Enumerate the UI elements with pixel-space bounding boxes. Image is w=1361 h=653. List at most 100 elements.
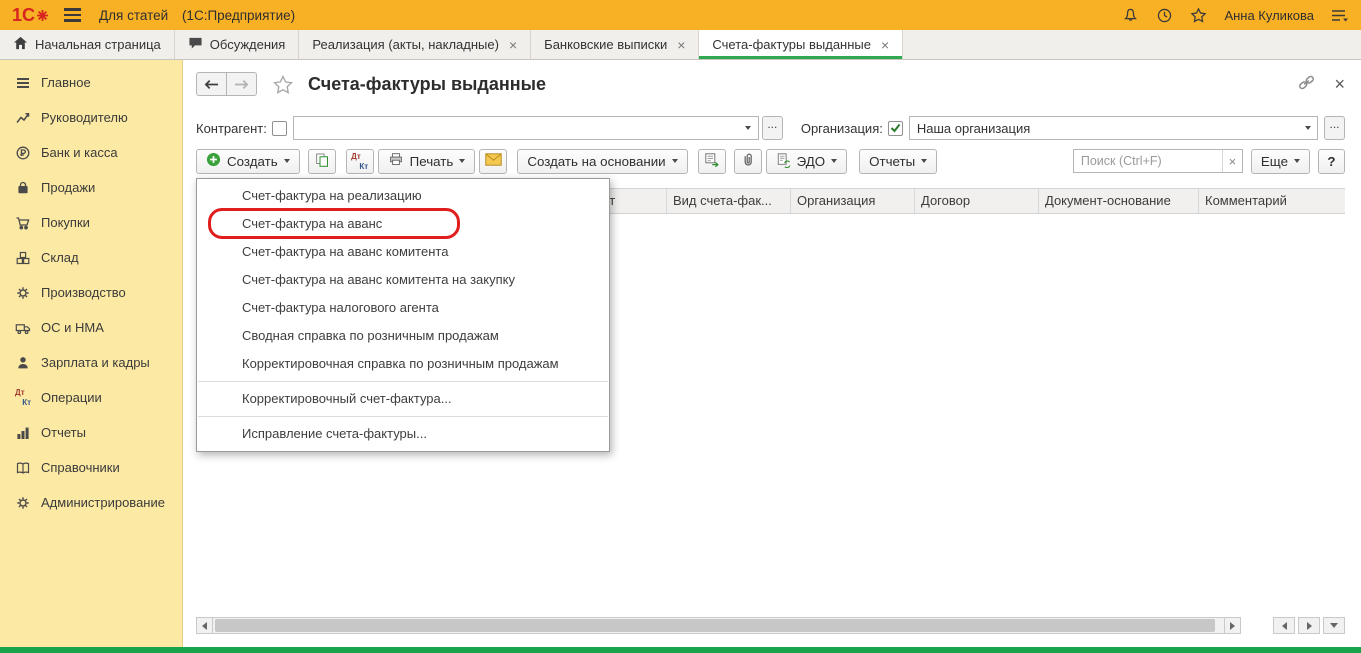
corner-down-arrow-button[interactable] <box>1323 617 1345 634</box>
logo-text: 1С <box>12 5 35 26</box>
sidebar-item-bank-cash[interactable]: Банк и касса <box>0 135 182 170</box>
sidebar-label: Справочники <box>41 460 120 475</box>
discussions-icon <box>188 36 203 53</box>
copy-document-icon <box>314 152 330 171</box>
horizontal-scrollbar <box>196 617 1241 634</box>
bottom-green-strip <box>0 647 1361 653</box>
column-header-comment[interactable]: Комментарий <box>1199 189 1345 213</box>
organization-choose-button[interactable]: ... <box>1324 116 1345 140</box>
sidebar-item-reports[interactable]: Отчеты <box>0 415 182 450</box>
search-input[interactable] <box>1074 154 1222 168</box>
user-name[interactable]: Анна Куликова <box>1224 8 1314 23</box>
column-header-contract[interactable]: Договор <box>915 189 1039 213</box>
menu-item-invoice-advance-principal[interactable]: Счет-фактура на аванс комитента <box>197 238 609 266</box>
tab-home[interactable]: Начальная страница <box>0 30 175 59</box>
tab-close-icon[interactable]: × <box>677 37 685 53</box>
tab-bank-statements[interactable]: Банковские выписки × <box>531 30 699 59</box>
menu-item-correction-summary-retail[interactable]: Корректировочная справка по розничным пр… <box>197 350 609 378</box>
notifications-bell-icon[interactable] <box>1122 7 1139 24</box>
help-button[interactable]: ? <box>1318 149 1345 174</box>
app-title: Для статей (1С:Предприятие) <box>99 8 295 23</box>
menu-item-invoice-tax-agent[interactable]: Счет-фактура налогового агента <box>197 294 609 322</box>
menu-item-summary-retail[interactable]: Сводная справка по розничным продажам <box>197 322 609 350</box>
sidebar-label: Банк и касса <box>41 145 118 160</box>
logo-star-icon <box>37 10 48 21</box>
scroll-right-arrow[interactable] <box>1224 617 1241 634</box>
create-button[interactable]: Создать <box>196 149 300 174</box>
sidebar-item-warehouse[interactable]: Склад <box>0 240 182 275</box>
sidebar-label: Администрирование <box>41 495 165 510</box>
add-to-favorites-star-icon[interactable] <box>273 75 293 94</box>
tab-invoices-issued[interactable]: Счета-фактуры выданные × <box>699 30 903 59</box>
organization-combobox[interactable]: Наша организация <box>909 116 1318 140</box>
history-clock-icon[interactable] <box>1156 7 1173 24</box>
back-button[interactable] <box>196 72 227 96</box>
sidebar-item-administration[interactable]: Администрирование <box>0 485 182 520</box>
search-clear-icon[interactable]: × <box>1222 150 1242 172</box>
tab-discussions[interactable]: Обсуждения <box>175 30 300 59</box>
menu-item-invoice-realization[interactable]: Счет-фактура на реализацию <box>197 182 609 210</box>
sidebar-item-fixed-assets[interactable]: ОС и НМА <box>0 310 182 345</box>
create-by-copy-button[interactable] <box>308 149 336 174</box>
sidebar-item-payroll-hr[interactable]: Зарплата и кадры <box>0 345 182 380</box>
dtkt-icon: Дт Кт <box>15 389 31 406</box>
contractor-choose-button[interactable]: ... <box>762 116 783 140</box>
tab-realization[interactable]: Реализация (акты, накладные) × <box>299 30 531 59</box>
search-box: × <box>1073 149 1243 173</box>
organization-combo-value: Наша организация <box>910 121 1298 136</box>
create-based-on-button[interactable]: Создать на основании <box>517 149 687 174</box>
organization-checkbox[interactable] <box>888 121 903 136</box>
menu-item-invoice-fix[interactable]: Исправление счета-фактуры... <box>197 420 609 448</box>
print-button[interactable]: Печать <box>378 149 476 174</box>
send-email-button[interactable] <box>479 149 507 174</box>
form-invoices-issued: Счета-фактуры выданные × Контрагент: ...… <box>183 60 1361 647</box>
corner-right-arrow-button[interactable] <box>1298 617 1320 634</box>
get-link-icon[interactable] <box>1297 74 1316 94</box>
page-title: Счета-фактуры выданные <box>308 74 546 95</box>
sidebar-item-directories[interactable]: Справочники <box>0 450 182 485</box>
favorites-star-icon[interactable] <box>1190 7 1207 24</box>
scroll-left-arrow[interactable] <box>196 617 213 634</box>
menu-item-invoice-advance-principal-purchase[interactable]: Счет-фактура на аванс комитента на закуп… <box>197 266 609 294</box>
column-header-organization[interactable]: Организация <box>791 189 915 213</box>
tab-close-icon[interactable]: × <box>509 37 517 53</box>
chart-line-icon <box>15 110 31 126</box>
menu-item-invoice-advance[interactable]: Счет-фактура на аванс <box>197 210 609 238</box>
organization-label: Организация: <box>801 121 883 136</box>
forward-button[interactable] <box>226 72 257 96</box>
register-records-button[interactable] <box>698 149 726 174</box>
scrollbar-thumb[interactable] <box>215 619 1215 632</box>
scrollbar-track[interactable] <box>213 617 1224 634</box>
form-title-row: Счета-фактуры выданные × <box>196 69 1345 99</box>
contractor-combobox[interactable] <box>293 116 759 140</box>
sidebar-item-operations[interactable]: Дт Кт Операции <box>0 380 182 415</box>
dropdown-arrow-icon[interactable] <box>1298 117 1317 139</box>
tab-label: Начальная страница <box>35 37 161 52</box>
truck-icon <box>15 320 31 336</box>
dropdown-arrow-icon[interactable] <box>739 117 758 139</box>
sidebar-label: Покупки <box>41 215 90 230</box>
menu-item-correction-invoice[interactable]: Корректировочный счет-фактура... <box>197 385 609 413</box>
cart-icon <box>15 215 31 231</box>
column-header-invoice-type[interactable]: Вид счета-фак... <box>667 189 791 213</box>
sidebar-item-production[interactable]: Производство <box>0 275 182 310</box>
contractor-checkbox[interactable] <box>272 121 287 136</box>
reports-button[interactable]: Отчеты <box>859 149 937 174</box>
column-header-base-document[interactable]: Документ-основание <box>1039 189 1199 213</box>
sidebar-item-sales[interactable]: Продажи <box>0 170 182 205</box>
show-postings-dtkt-button[interactable]: Дт Кт <box>346 149 374 174</box>
close-form-icon[interactable]: × <box>1334 75 1345 93</box>
sidebar-item-manager[interactable]: Руководителю <box>0 100 182 135</box>
tab-close-icon[interactable]: × <box>881 37 889 53</box>
more-button[interactable]: Еще <box>1251 149 1310 174</box>
corner-left-arrow-button[interactable] <box>1273 617 1295 634</box>
edo-button[interactable]: ЭДО <box>766 149 848 174</box>
topbar-right: Анна Куликова <box>1122 7 1349 24</box>
attachments-button[interactable] <box>734 149 762 174</box>
main-menu-icon[interactable] <box>64 8 81 22</box>
sidebar-item-purchases[interactable]: Покупки <box>0 205 182 240</box>
home-icon <box>13 36 28 53</box>
coin-rouble-icon <box>15 145 31 161</box>
sidebar-item-main[interactable]: Главное <box>0 65 182 100</box>
user-menu-icon[interactable] <box>1331 8 1349 23</box>
